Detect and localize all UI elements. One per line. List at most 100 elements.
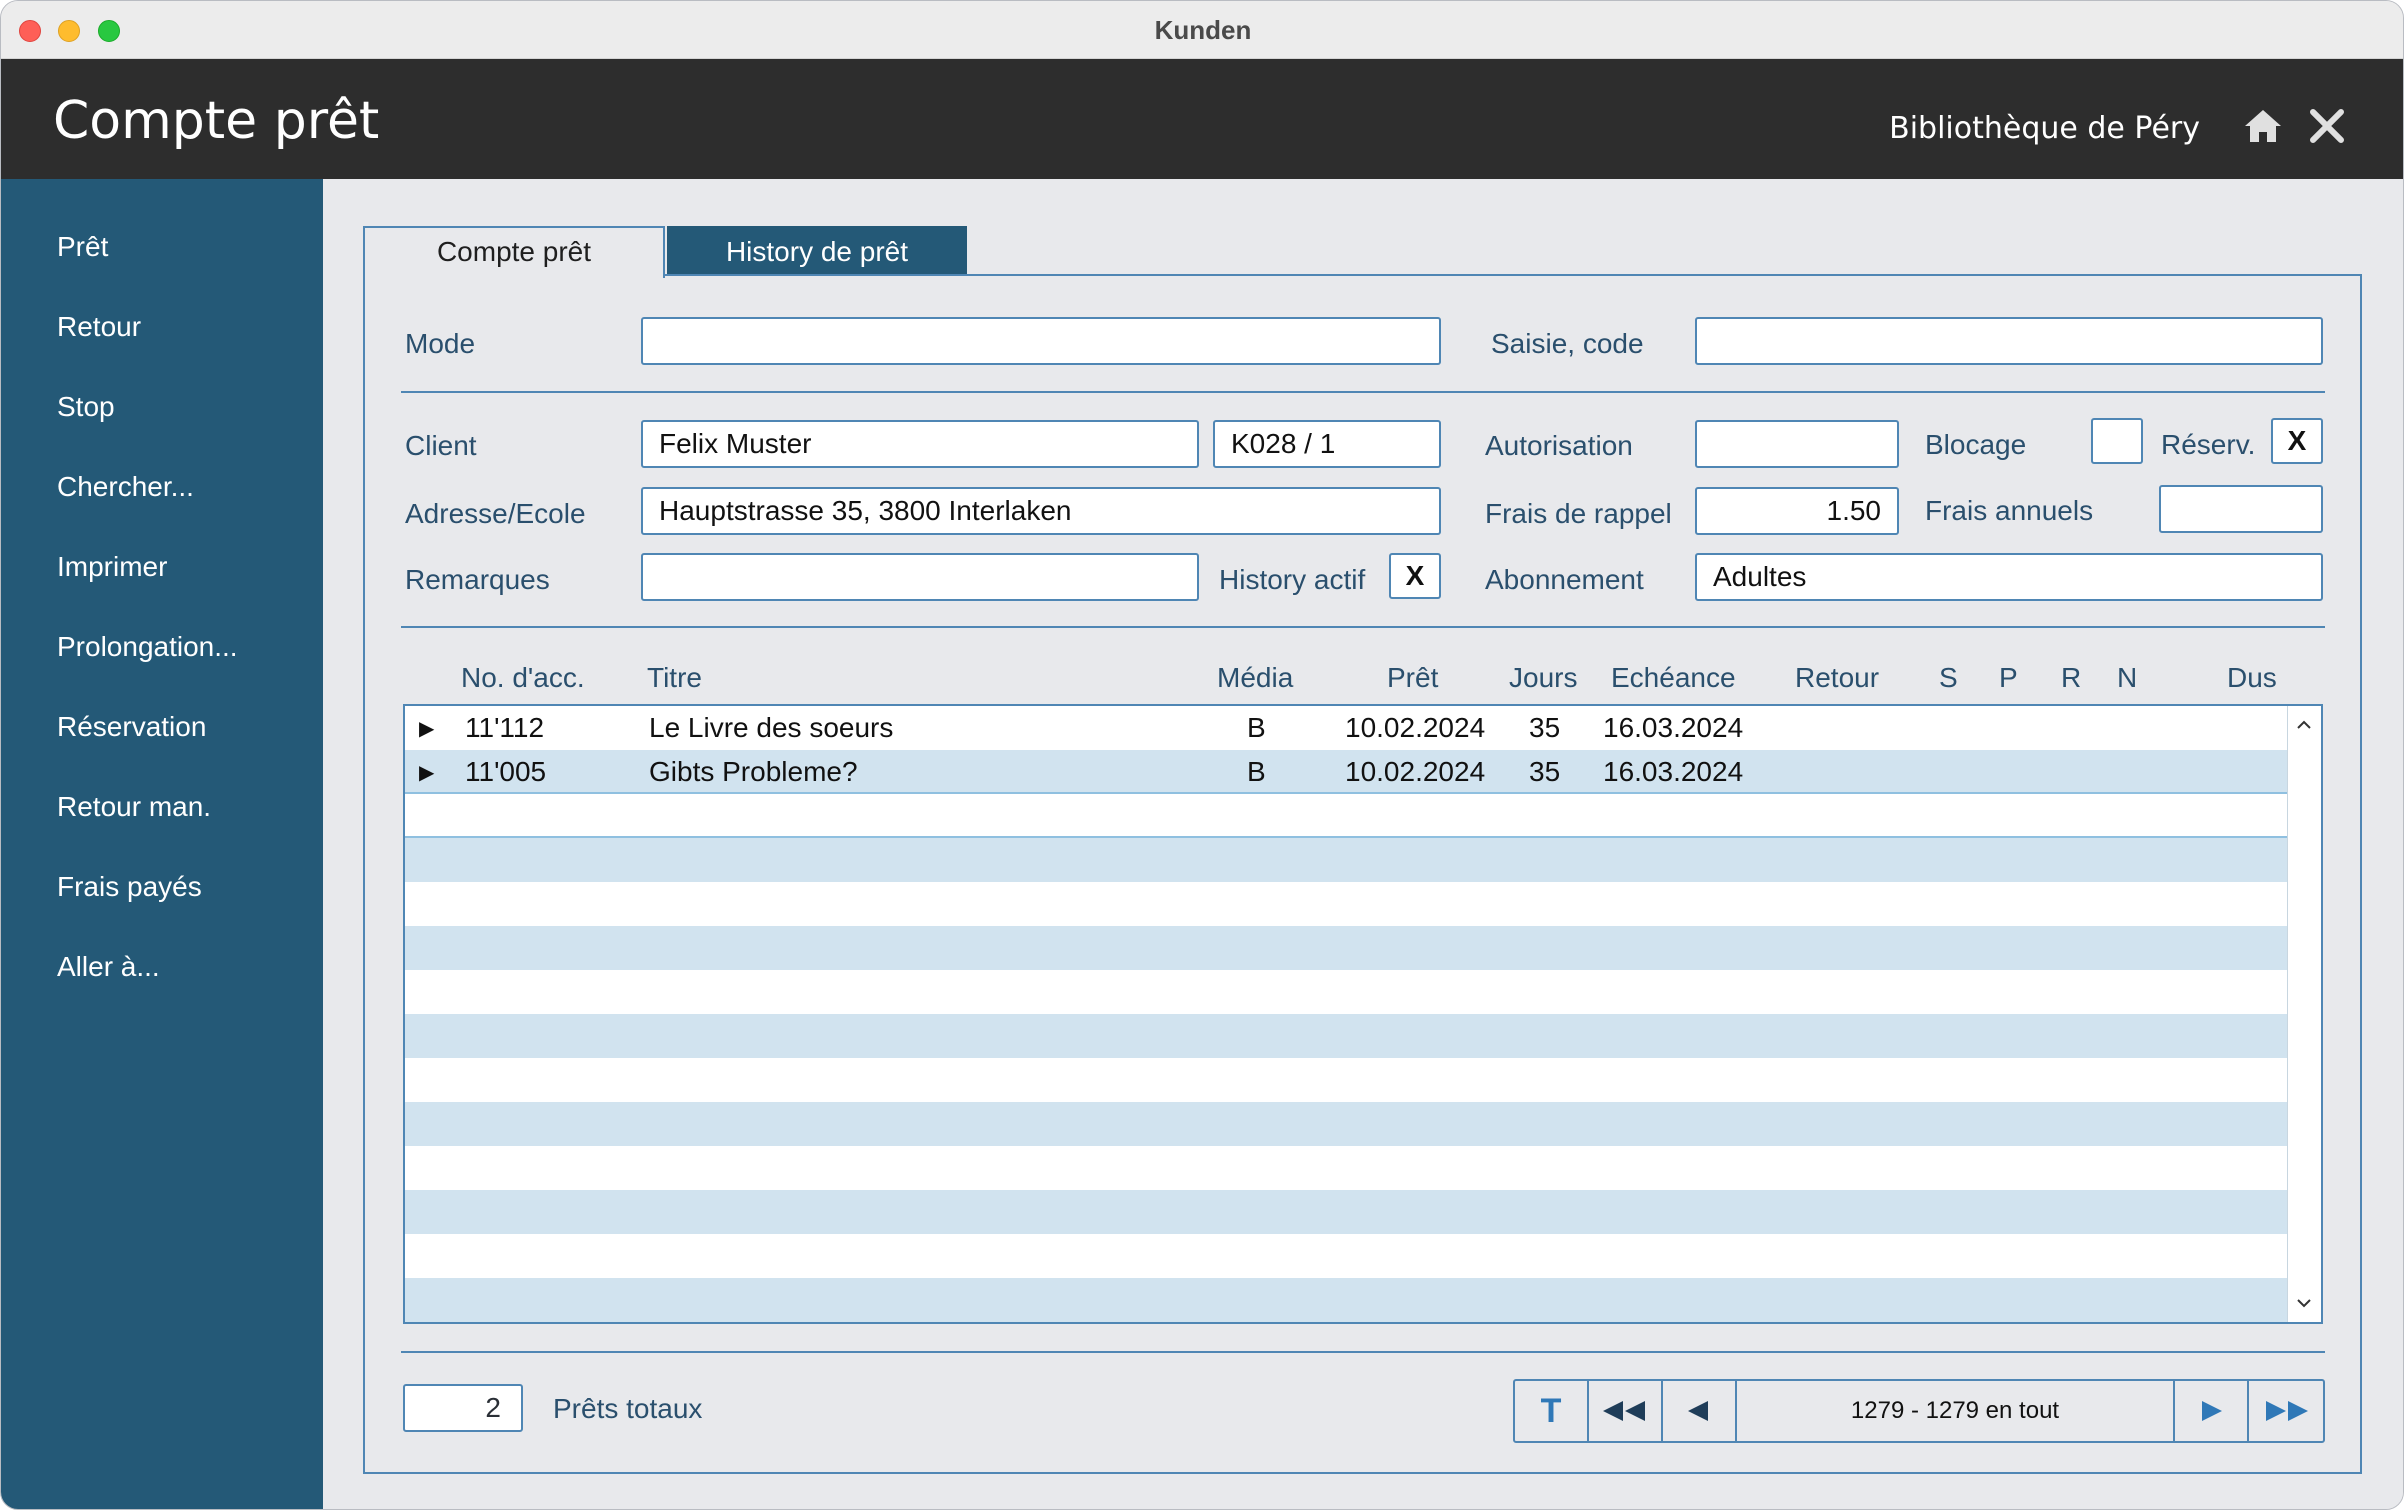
column-header-pret[interactable]: Prêt — [1387, 662, 1438, 694]
left-arrow-icon — [1688, 1401, 1708, 1421]
table-row[interactable]: ▶ 11'005 Gibts Probleme? B 10.02.2024 35… — [405, 750, 2287, 794]
double-left-arrow-icon — [1603, 1401, 1645, 1421]
client-name-field[interactable]: Felix Muster — [641, 420, 1199, 468]
column-header-s[interactable]: S — [1939, 662, 1958, 694]
previous-button[interactable] — [1663, 1381, 1737, 1441]
home-icon[interactable] — [2241, 104, 2285, 148]
cell-media: B — [1247, 712, 1266, 743]
frais-rappel-field[interactable]: 1.50 — [1695, 487, 1899, 535]
cell-jours: 35 — [1529, 712, 1561, 743]
autorisation-label: Autorisation — [1485, 430, 1633, 461]
library-name: Bibliothèque de Péry — [1889, 111, 2200, 146]
chevron-up-icon[interactable] — [2295, 716, 2313, 734]
saisie-field[interactable] — [1695, 317, 2323, 365]
column-header-n[interactable]: N — [2117, 662, 2137, 694]
cell-pret: 10.02.2024 — [1345, 756, 1486, 787]
adresse-field[interactable]: Hauptstrasse 35, 3800 Interlaken — [641, 487, 1441, 535]
abonnement-label: Abonnement — [1485, 564, 1644, 595]
record-pager: T 1279 - 1279 en tout — [1513, 1379, 2325, 1443]
sidebar-item-reservation[interactable]: Réservation — [57, 711, 206, 743]
table-row-empty[interactable] — [405, 1234, 2287, 1278]
tab-history-pret[interactable]: History de prêt — [667, 226, 967, 276]
sidebar-item-retour[interactable]: Retour — [57, 311, 141, 343]
column-header-titre[interactable]: Titre — [647, 662, 702, 694]
remarques-field[interactable] — [641, 553, 1199, 601]
rewind-button[interactable] — [1589, 1381, 1663, 1441]
table-row-empty[interactable] — [405, 970, 2287, 1014]
pager-info: 1279 - 1279 en tout — [1737, 1381, 2175, 1441]
table-row-empty[interactable] — [405, 1014, 2287, 1058]
remarques-label: Remarques — [405, 564, 550, 595]
blocage-label: Blocage — [1925, 429, 2027, 460]
title-bar: Kunden — [1, 1, 2403, 59]
cell-media: B — [1247, 756, 1266, 787]
double-right-arrow-icon — [2266, 1401, 2308, 1421]
autorisation-field[interactable] — [1695, 420, 1899, 468]
table-row-empty[interactable] — [405, 838, 2287, 882]
chevron-down-icon[interactable] — [2295, 1294, 2313, 1312]
column-header-retour[interactable]: Retour — [1795, 662, 1879, 694]
right-arrow-icon — [2202, 1401, 2222, 1421]
cell-titre: Gibts Probleme? — [649, 756, 858, 787]
table-row-empty[interactable] — [405, 926, 2287, 970]
saisie-label: Saisie, code — [1491, 328, 1644, 359]
blocage-checkbox[interactable] — [2091, 418, 2143, 464]
column-header-media[interactable]: Média — [1217, 662, 1293, 694]
cell-titre: Le Livre des soeurs — [649, 712, 894, 743]
total-loans-label: Prêts totaux — [553, 1393, 703, 1424]
table-row-empty[interactable] — [405, 1190, 2287, 1234]
table-row-empty[interactable] — [405, 882, 2287, 926]
sidebar: Prêt Retour Stop Chercher... Imprimer Pr… — [1, 179, 323, 1509]
last-record-button[interactable] — [2249, 1381, 2323, 1441]
client-id-field[interactable]: K028 / 1 — [1213, 420, 1441, 468]
expand-row-icon[interactable]: ▶ — [419, 760, 434, 785]
frais-annuels-field[interactable] — [2159, 485, 2323, 533]
expand-row-icon[interactable]: ▶ — [419, 716, 434, 741]
mode-field[interactable] — [641, 317, 1441, 365]
cell-echeance: 16.03.2024 — [1603, 756, 1744, 787]
column-header-p[interactable]: P — [1999, 662, 2018, 694]
column-header-jours[interactable]: Jours — [1509, 662, 1577, 694]
table-row-empty[interactable] — [405, 794, 2287, 838]
table-row[interactable]: ▶ 11'112 Le Livre des soeurs B 10.02.202… — [405, 706, 2287, 750]
next-button[interactable] — [2175, 1381, 2249, 1441]
sidebar-item-prolongation[interactable]: Prolongation... — [57, 631, 238, 663]
sidebar-item-aller-a[interactable]: Aller à... — [57, 951, 160, 983]
frais-annuels-label: Frais annuels — [1925, 495, 2094, 526]
client-label: Client — [405, 430, 477, 461]
divider — [401, 391, 2325, 393]
history-actif-checkbox[interactable]: X — [1389, 553, 1441, 599]
column-header-r[interactable]: R — [2061, 662, 2081, 694]
tab-compte-pret[interactable]: Compte prêt — [363, 226, 665, 278]
app-header: Compte prêt Bibliothèque de Péry — [1, 59, 2403, 179]
mode-label: Mode — [405, 328, 476, 359]
adresse-label: Adresse/Ecole — [405, 498, 586, 529]
table-row-empty[interactable] — [405, 1146, 2287, 1190]
cell-acc: 11'112 — [465, 712, 545, 743]
sidebar-item-frais-payes[interactable]: Frais payés — [57, 871, 202, 903]
app-window: Kunden Compte prêt Bibliothèque de Péry … — [0, 0, 2404, 1510]
table-row-empty[interactable] — [405, 1278, 2287, 1322]
reserv-checkbox[interactable]: X — [2271, 418, 2323, 464]
column-header-dus[interactable]: Dus — [2227, 662, 2277, 694]
first-record-button[interactable]: T — [1515, 1381, 1589, 1441]
close-icon[interactable] — [2305, 104, 2349, 148]
history-actif-label: History actif — [1219, 564, 1366, 595]
sidebar-item-pret[interactable]: Prêt — [57, 231, 108, 263]
divider — [401, 626, 2325, 628]
sidebar-item-retour-man[interactable]: Retour man. — [57, 791, 211, 823]
frais-rappel-label: Frais de rappel — [1485, 498, 1672, 529]
table-scrollbar[interactable] — [2287, 706, 2321, 1322]
sidebar-item-chercher[interactable]: Chercher... — [57, 471, 194, 503]
table-row-empty[interactable] — [405, 1102, 2287, 1146]
table-row-empty[interactable] — [405, 1058, 2287, 1102]
cell-acc: 11'005 — [465, 756, 547, 787]
cell-echeance: 16.03.2024 — [1603, 712, 1744, 743]
sidebar-item-stop[interactable]: Stop — [57, 391, 115, 423]
abonnement-field[interactable]: Adultes — [1695, 553, 2323, 601]
divider — [401, 1351, 2325, 1353]
sidebar-item-imprimer[interactable]: Imprimer — [57, 551, 167, 583]
total-loans-count: 2 — [403, 1384, 523, 1432]
column-header-echeance[interactable]: Echéance — [1611, 662, 1736, 694]
column-header-acc[interactable]: No. d'acc. — [461, 662, 585, 694]
